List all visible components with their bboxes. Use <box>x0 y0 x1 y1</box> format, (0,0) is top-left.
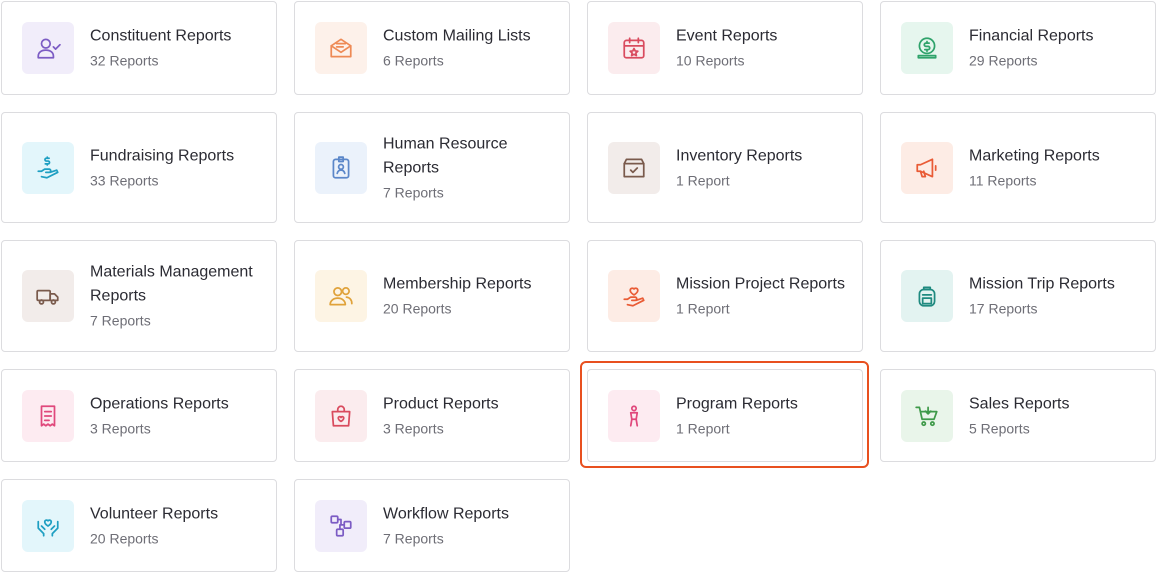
card-workflow-reports[interactable]: Workflow Reports 7 Reports <box>294 479 570 572</box>
card-human-resource-reports[interactable]: Human Resource Reports 7 Reports <box>294 112 570 223</box>
card-count: 10 Reports <box>676 52 745 69</box>
icon-box <box>315 389 367 442</box>
icon-box <box>608 22 660 74</box>
icon-box <box>901 389 953 442</box>
card-title: Human Resource Reports <box>383 135 508 176</box>
card-count: 11 Reports <box>969 172 1037 188</box>
card-count: 20 Reports <box>90 530 159 546</box>
card-count: 1 Report <box>676 420 730 436</box>
card-mission-project-reports[interactable]: Mission Project Reports 1 Report <box>587 240 863 352</box>
card-materials-management-reports[interactable]: Materials Management Reports 7 Reports <box>1 240 277 352</box>
icon-box <box>22 22 74 74</box>
card-title: Event Reports <box>676 27 778 45</box>
card-count: 1 Report <box>676 300 730 317</box>
card-count: 5 Reports <box>969 420 1030 436</box>
card-title: Sales Reports <box>969 395 1070 412</box>
card-volunteer-reports[interactable]: Volunteer Reports 20 Reports <box>1 479 277 572</box>
calendar-star-icon <box>623 37 645 59</box>
truck-icon <box>36 289 59 305</box>
hand-heart-icon <box>623 287 645 307</box>
card-marketing-reports[interactable]: Marketing Reports 11 Reports <box>880 112 1156 223</box>
cart-icon <box>915 405 938 426</box>
card-title: Financial Reports <box>969 27 1094 45</box>
card-title: Materials Management Reports <box>90 263 253 305</box>
card-title: Membership Reports <box>383 275 532 293</box>
hands-heart-icon <box>37 518 59 537</box>
card-title: Workflow Reports <box>383 505 509 522</box>
card-count: 32 Reports <box>90 52 159 69</box>
card-count: 1 Report <box>676 172 730 188</box>
card-title: Mission Trip Reports <box>969 275 1115 293</box>
card-title: Operations Reports <box>90 395 229 412</box>
card-financial-reports[interactable]: Financial Reports 29 Reports <box>880 1 1156 95</box>
card-fundraising-reports[interactable]: Fundraising Reports 33 Reports <box>1 112 277 223</box>
card-mission-trip-reports[interactable]: Mission Trip Reports 17 Reports <box>880 240 1156 352</box>
icon-box <box>901 270 953 322</box>
shopping-bag-heart-icon <box>331 404 351 427</box>
card-title: Mission Project Reports <box>676 275 845 293</box>
card-title: Marketing Reports <box>969 147 1100 164</box>
card-count: 33 Reports <box>90 172 159 188</box>
card-count: 29 Reports <box>969 52 1038 69</box>
receipt-icon <box>40 404 56 427</box>
card-title: Product Reports <box>383 395 499 412</box>
box-check-icon <box>623 157 645 178</box>
card-count: 3 Reports <box>90 420 151 436</box>
card-count: 3 Reports <box>383 420 444 436</box>
card-custom-mailing-lists[interactable]: Custom Mailing Lists 6 Reports <box>294 1 570 95</box>
card-constituent-reports[interactable]: Constituent Reports 32 Reports <box>1 1 277 95</box>
user-check-icon <box>37 38 61 59</box>
icon-box <box>608 389 660 442</box>
megaphone-icon <box>916 157 937 178</box>
backpack-icon <box>918 286 936 307</box>
icon-box <box>315 141 367 194</box>
icon-box <box>315 22 367 74</box>
card-count: 17 Reports <box>969 300 1038 317</box>
card-program-reports[interactable]: Program Reports 1 Report <box>587 369 863 462</box>
icon-box <box>315 270 367 322</box>
card-count: 20 Reports <box>383 300 452 317</box>
icon-box <box>22 499 74 552</box>
icon-box <box>315 499 367 552</box>
card-title: Custom Mailing Lists <box>383 27 531 45</box>
child-icon <box>629 404 639 427</box>
icon-box <box>22 389 74 442</box>
card-count: 7 Reports <box>90 312 151 329</box>
card-title: Program Reports <box>676 395 798 412</box>
icon-box <box>901 141 953 194</box>
card-event-reports[interactable]: Event Reports 10 Reports <box>587 1 863 95</box>
card-title: Inventory Reports <box>676 147 803 164</box>
card-inventory-reports[interactable]: Inventory Reports 1 Report <box>587 112 863 223</box>
card-title: Constituent Reports <box>90 27 232 45</box>
card-product-reports[interactable]: Product Reports 3 Reports <box>294 369 570 462</box>
icon-box <box>901 22 953 74</box>
hand-dollar-icon <box>37 155 59 179</box>
card-membership-reports[interactable]: Membership Reports 20 Reports <box>294 240 570 352</box>
icon-box <box>608 141 660 194</box>
id-badge-icon <box>332 155 350 179</box>
card-count: 7 Reports <box>383 184 444 200</box>
icon-box <box>608 270 660 322</box>
card-sales-reports[interactable]: Sales Reports 5 Reports <box>880 369 1156 462</box>
card-operations-reports[interactable]: Operations Reports 3 Reports <box>1 369 277 462</box>
icon-box <box>22 270 74 322</box>
report-category-grid: Constituent Reports 32 Reports Custom Ma… <box>0 0 1156 573</box>
card-title: Volunteer Reports <box>90 505 219 522</box>
icon-box <box>22 141 74 194</box>
dollar-coin-icon <box>917 37 937 59</box>
workflow-icon <box>330 514 352 537</box>
mail-open-icon <box>330 38 352 58</box>
users-icon <box>329 287 353 306</box>
card-count: 7 Reports <box>383 530 444 546</box>
card-count: 6 Reports <box>383 52 444 69</box>
card-title: Fundraising Reports <box>90 147 235 164</box>
